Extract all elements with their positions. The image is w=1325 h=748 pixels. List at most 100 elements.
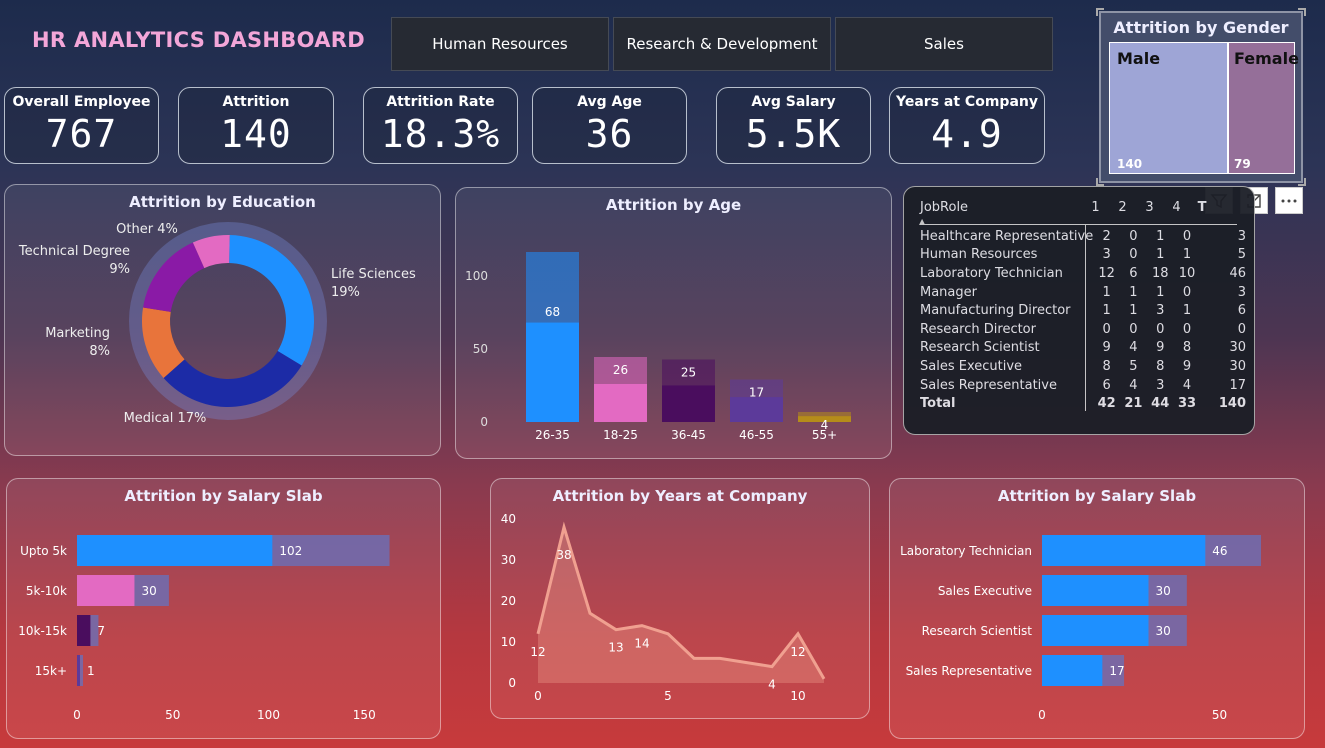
value-cell: 8	[1156, 358, 1165, 374]
bar-label: 25	[681, 366, 696, 380]
resize-handle[interactable]	[1298, 178, 1306, 186]
bar-label: 26	[613, 363, 628, 377]
bar[interactable]	[1042, 535, 1206, 566]
kpi-label: Overall Employee	[12, 94, 151, 110]
value-cell: 0	[1182, 228, 1192, 244]
bar[interactable]	[1042, 655, 1103, 686]
role-cell: Manufacturing Director	[920, 303, 1071, 319]
y-tick: 20	[501, 594, 516, 608]
tab-human-resources[interactable]: Human Resources	[391, 17, 609, 71]
bar[interactable]	[1042, 615, 1149, 646]
y-tick: 0	[508, 676, 516, 690]
bar-label: 30	[1156, 624, 1171, 638]
matrix-table: Healthcare Representative 2 0 1 0 3 Human Reso…	[920, 227, 1254, 413]
table-row[interactable]: Research Director 0 0 0 0 0	[920, 320, 1254, 339]
value-cell: 1	[1102, 303, 1111, 319]
table-row[interactable]: Total 42 21 44 33 140	[920, 394, 1254, 413]
salary-slab-chart[interactable]: 102 Upto 5k 30 5k-10k 7 10k-15k 1 15k+ 0 50 100 150	[7, 479, 442, 740]
value-cell: 42	[1097, 396, 1116, 412]
bar-label: 17	[1109, 664, 1124, 678]
gender-male-tile[interactable]: Male 140	[1109, 42, 1228, 174]
table-row[interactable]: Research Scientist 9 4 9 8 30	[920, 339, 1254, 358]
matrix-column-headers: 1 2 3 4 T	[1082, 200, 1214, 215]
kpi-value: 36	[585, 112, 634, 156]
resize-handle[interactable]	[1298, 8, 1306, 16]
value-cell: 4	[1129, 340, 1138, 356]
tab-sales[interactable]: Sales	[835, 17, 1053, 71]
value-cell: 9	[1102, 340, 1111, 356]
donut-label: 19%	[331, 285, 360, 300]
donut-label: Life Sciences	[331, 267, 416, 282]
kpi-value: 4.9	[931, 112, 1003, 156]
bar[interactable]	[77, 655, 80, 686]
resize-handle[interactable]	[1096, 178, 1104, 186]
kpi-label: Attrition	[222, 94, 290, 110]
table-row[interactable]: Manufacturing Director 1 1 3 1 6	[920, 301, 1254, 320]
role-cell: Research Scientist	[920, 340, 1040, 356]
table-row[interactable]: Laboratory Technician 12 6 18 10 46	[920, 264, 1254, 283]
total-cell: 46	[1229, 265, 1246, 281]
value-cell: 44	[1151, 396, 1170, 412]
gender-value: 79	[1234, 157, 1251, 171]
bar[interactable]	[730, 397, 783, 422]
y-tick: 30	[501, 553, 516, 567]
gender-female-tile[interactable]: Female 79	[1228, 42, 1299, 174]
bar[interactable]	[594, 383, 647, 422]
jobrole-matrix[interactable]: JobRole ▲ 1 2 3 4 T Healthcare Represent…	[903, 186, 1255, 435]
bar-label: 17	[749, 386, 764, 400]
value-cell: 1	[1129, 303, 1138, 319]
years-area-chart[interactable]: 0 10 20 30 40 0 5 10 12 38 13 14 4 12	[491, 479, 871, 720]
matrix-col: 2	[1118, 200, 1127, 215]
bar[interactable]	[77, 575, 135, 606]
y-tick: 40	[501, 512, 516, 526]
x-tick: 50	[1212, 708, 1227, 722]
y-tick: Research Scientist	[922, 624, 1033, 638]
age-bar-chart[interactable]: 0501006826-352618-252536-451746-55455+	[456, 188, 893, 460]
bar[interactable]	[526, 322, 579, 422]
value-cell: 9	[1156, 340, 1165, 356]
point-label: 12	[530, 645, 545, 659]
table-row[interactable]: Healthcare Representative 2 0 1 0 3	[920, 227, 1254, 246]
jobrole-bar-chart[interactable]: 46 Laboratory Technician 30 Sales Executive…	[890, 479, 1306, 740]
value-cell: 33	[1177, 396, 1197, 412]
value-cell: 0	[1129, 321, 1138, 337]
tab-research-development[interactable]: Research & Development	[613, 17, 831, 71]
bar[interactable]	[77, 535, 273, 566]
bar[interactable]	[662, 385, 715, 422]
bar-label: 102	[279, 544, 302, 558]
area-fill[interactable]	[538, 527, 824, 683]
value-cell: 3	[1156, 377, 1165, 393]
matrix-col: 1	[1091, 200, 1100, 215]
point-label: 12	[790, 645, 805, 659]
resize-handle[interactable]	[1096, 8, 1104, 16]
matrix-col: T	[1197, 200, 1207, 215]
x-tick: 50	[165, 708, 180, 722]
kpi-value: 140	[220, 112, 292, 156]
x-tick: 36-45	[671, 428, 706, 442]
total-cell: 6	[1237, 303, 1246, 319]
value-cell: 3	[1156, 303, 1165, 319]
donut-label: Other 4%	[116, 222, 178, 237]
matrix-col: 3	[1145, 200, 1154, 215]
table-row[interactable]: Sales Representative 6 4 3 4 17	[920, 376, 1254, 395]
value-cell: 8	[1182, 340, 1192, 356]
more-options-icon[interactable]	[1275, 187, 1303, 214]
gender-value: 140	[1117, 157, 1143, 171]
bar[interactable]	[1042, 575, 1149, 606]
value-cell: 3	[1102, 247, 1111, 263]
value-cell: 12	[1098, 265, 1115, 281]
table-row[interactable]: Human Resources 3 0 1 1 5	[920, 246, 1254, 265]
y-tick: 15k+	[35, 664, 67, 678]
x-tick: 5	[664, 689, 672, 703]
value-cell: 0	[1156, 321, 1165, 337]
table-row[interactable]: Manager 1 1 1 0 3	[920, 283, 1254, 302]
y-tick: Sales Executive	[938, 584, 1032, 598]
value-cell: 1	[1182, 303, 1192, 319]
table-row[interactable]: Sales Executive 8 5 8 9 30	[920, 357, 1254, 376]
education-donut-chart[interactable]: Life Sciences 19% Medical 17% Marketing 8% Te…	[5, 185, 442, 457]
total-cell: 0	[1237, 321, 1246, 337]
value-cell: 6	[1129, 265, 1138, 281]
gender-chart[interactable]: Attrition by Gender Male 140 Female 79	[1096, 8, 1306, 186]
bar[interactable]	[77, 615, 91, 646]
value-cell: 1	[1182, 247, 1192, 263]
